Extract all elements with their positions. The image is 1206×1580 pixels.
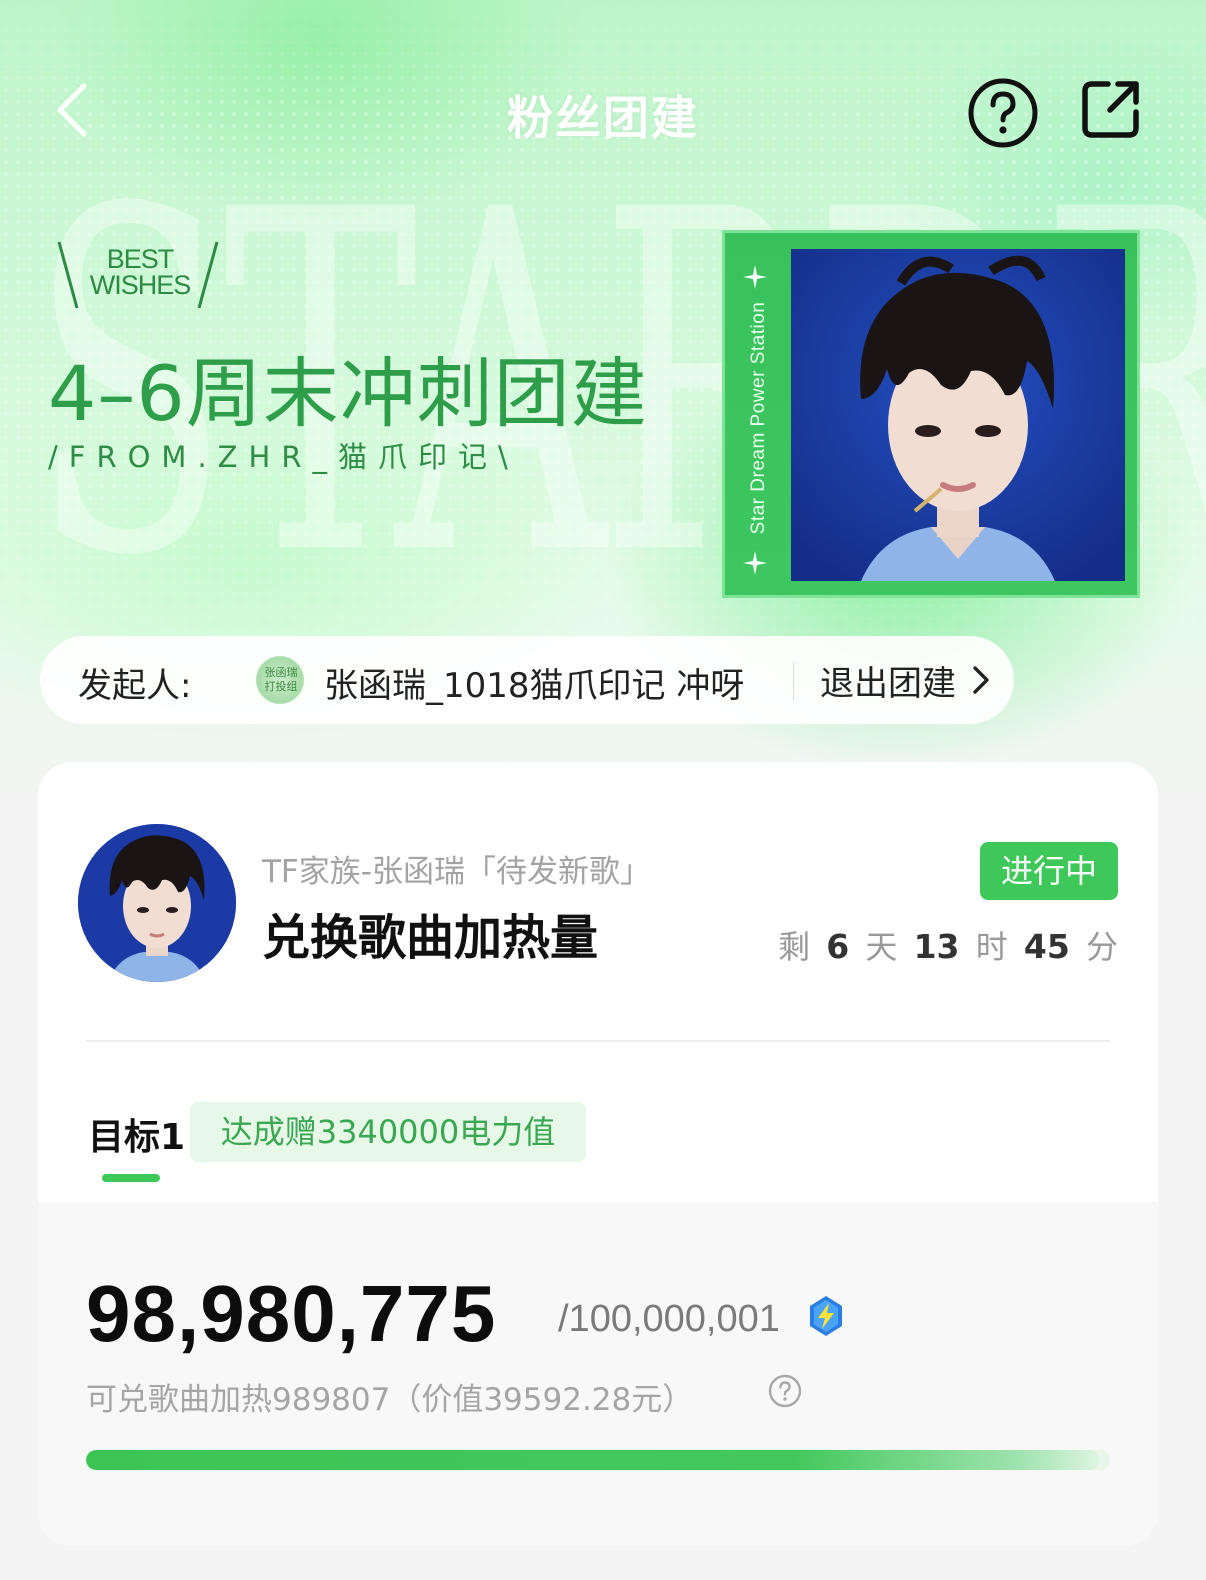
initiator-bar: 发起人: 张函瑞 打投组 张函瑞_1018猫爪印记 冲呀 退出团建 <box>40 636 1014 724</box>
progress-bar-fill <box>86 1450 1100 1470</box>
photo-vertical-label: Star Dream Power Station <box>737 273 781 563</box>
goal-reward-badge: 达成赠3340000电力值 <box>190 1102 586 1162</box>
countdown-minutes: 45 <box>1023 927 1070 966</box>
sparkle-icon <box>743 551 767 575</box>
progress-bar <box>86 1450 1110 1470</box>
chevron-right-icon <box>973 666 989 694</box>
exit-team-button[interactable]: 退出团建 <box>820 658 992 704</box>
countdown-hours-unit: 时 <box>975 928 1008 966</box>
divider <box>793 662 794 700</box>
hero-banner: STARDREAM 粉丝团建 BEST WISHES 4–6周末冲刺团建 <box>0 0 1206 800</box>
progress-current-value: 98,980,775 <box>86 1269 497 1358</box>
question-circle-icon <box>968 78 1038 148</box>
progress-section: 98,980,775 /100,000,001 可兑歌曲加热989807（价值3… <box>38 1202 1158 1546</box>
task-title: 兑换歌曲加热量 <box>262 910 599 966</box>
photo-label-text: Star Dream Power Station <box>748 301 769 535</box>
initiator-avatar[interactable]: 张函瑞 打投组 <box>256 656 304 704</box>
initiator-label: 发起人: <box>78 666 192 706</box>
countdown-hours: 13 <box>913 927 960 966</box>
status-badge: 进行中 <box>980 842 1118 900</box>
question-circle-icon[interactable] <box>768 1374 802 1408</box>
countdown-prefix: 剩 <box>778 928 811 966</box>
artist-photo-card: Star Dream Power Station <box>722 230 1140 598</box>
share-button[interactable] <box>1078 76 1144 142</box>
countdown-minutes-unit: 分 <box>1085 928 1118 966</box>
exit-team-label: 退出团建 <box>820 663 956 704</box>
best-wishes-line2: WISHES <box>89 270 192 300</box>
event-subtitle: /FROM.ZHR_猫爪印记\ <box>48 440 519 474</box>
avatar-text-line1: 张函瑞 <box>264 666 298 679</box>
avatar-text-line2: 打投组 <box>264 680 298 693</box>
divider <box>86 1040 1110 1042</box>
portrait-illustration <box>791 249 1125 581</box>
countdown-days: 6 <box>826 927 850 966</box>
tab-active-indicator <box>102 1174 160 1182</box>
countdown-timer: 剩 6 天 13 时 45 分 <box>778 922 1118 968</box>
progress-target-value: /100,000,001 <box>558 1298 780 1340</box>
portrait-illustration-small <box>78 824 236 982</box>
countdown-days-unit: 天 <box>865 928 898 966</box>
best-wishes-line1: BEST <box>106 244 175 274</box>
share-external-icon <box>1082 81 1139 138</box>
task-artist: TF家族-张函瑞「待发新歌」 <box>262 854 651 890</box>
task-card: TF家族-张函瑞「待发新歌」 兑换歌曲加热量 进行中 剩 6 天 13 时 45… <box>38 762 1158 1546</box>
best-wishes-badge: BEST WISHES <box>55 236 225 316</box>
lightning-badge-icon <box>810 1296 842 1336</box>
task-avatar <box>78 824 236 982</box>
help-button[interactable] <box>966 76 1040 150</box>
initiator-name[interactable]: 张函瑞_1018猫爪印记 冲呀 <box>324 658 744 707</box>
event-title: 4–6周末冲刺团建 <box>48 349 648 438</box>
redeem-info-text: 可兑歌曲加热989807（价值39592.28元） <box>86 1382 694 1418</box>
artist-photo <box>791 249 1125 581</box>
tab-goal-1[interactable]: 目标1 <box>88 1108 185 1160</box>
